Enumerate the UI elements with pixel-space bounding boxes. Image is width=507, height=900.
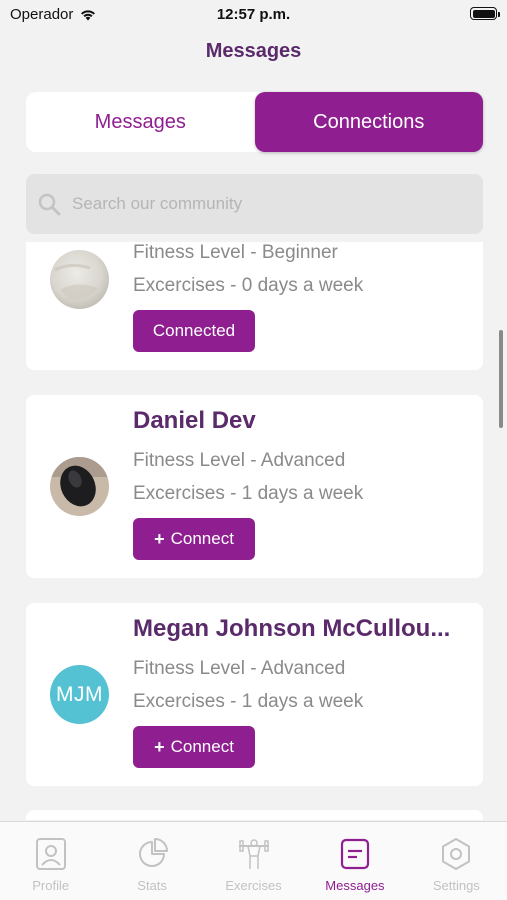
tabbar-label: Stats (137, 878, 167, 893)
user-avatar-initials: MJM (50, 665, 109, 724)
connected-button[interactable]: Connected (133, 310, 255, 352)
connect-button[interactable]: + Connect (133, 726, 255, 768)
bottom-tab-bar: Profile Stats Exercises Messages Setting… (0, 821, 507, 900)
segmented-tabs: Messages Connections (26, 92, 483, 152)
user-card: MJM Megan Johnson McCullou... Fitness Le… (26, 603, 483, 786)
connect-button-label: Connect (170, 529, 234, 548)
plus-icon: + (154, 736, 165, 757)
status-time: 12:57 p.m. (216, 6, 291, 23)
user-name: Megan Johnson McCullou... (133, 615, 451, 642)
status-bar: Operador 12:57 p.m. (0, 0, 507, 30)
user-fitness-level: Fitness Level - Beginner (133, 242, 338, 263)
settings-icon (442, 838, 471, 870)
user-card (26, 810, 483, 820)
user-fitness-level: Fitness Level - Advanced (133, 658, 346, 679)
profile-icon (35, 838, 66, 870)
user-name: Daniel Dev (133, 407, 256, 434)
user-exercises: Excercises - 1 days a week (133, 691, 364, 712)
tabbar-label: Settings (432, 878, 480, 893)
tab-connections[interactable]: Connections (254, 92, 483, 152)
exercises-icon (238, 839, 269, 869)
tabbar-label: Exercises (225, 878, 282, 893)
tabbar-item-exercises[interactable]: Exercises (203, 822, 304, 900)
connected-button-label: Connected (152, 321, 236, 340)
user-avatar (50, 250, 109, 309)
tabbar-item-stats[interactable]: Stats (101, 822, 202, 900)
tab-messages[interactable]: Messages (26, 92, 255, 152)
tabbar-item-settings[interactable]: Settings (406, 822, 507, 900)
connect-button-label: Connect (170, 737, 234, 756)
search-placeholder: Search our community (72, 194, 243, 213)
scrollbar[interactable] (499, 330, 503, 428)
user-fitness-level: Fitness Level - Advanced (133, 450, 346, 471)
battery-icon (470, 7, 500, 20)
messages-icon (340, 838, 370, 870)
search-icon (38, 193, 61, 216)
plus-icon: + (154, 528, 165, 549)
tabbar-item-messages[interactable]: Messages (304, 822, 405, 900)
search-input[interactable]: Search our community (26, 174, 483, 234)
tabbar-item-profile[interactable]: Profile (0, 822, 101, 900)
tabbar-label: Profile (32, 878, 70, 893)
stats-icon (139, 838, 169, 867)
tabbar-label: Messages (325, 878, 385, 893)
user-exercises: Excercises - 0 days a week (133, 275, 364, 296)
user-exercises: Excercises - 1 days a week (133, 483, 364, 504)
user-card: Daniel Dev Fitness Level - Advanced Exce… (26, 395, 483, 578)
connect-button[interactable]: + Connect (133, 518, 255, 560)
page-title: Messages (205, 40, 302, 62)
user-avatar (50, 457, 109, 516)
user-list[interactable]: Fitness Level - Beginner Excercises - 0 … (0, 242, 507, 820)
user-card: Fitness Level - Beginner Excercises - 0 … (26, 242, 483, 370)
